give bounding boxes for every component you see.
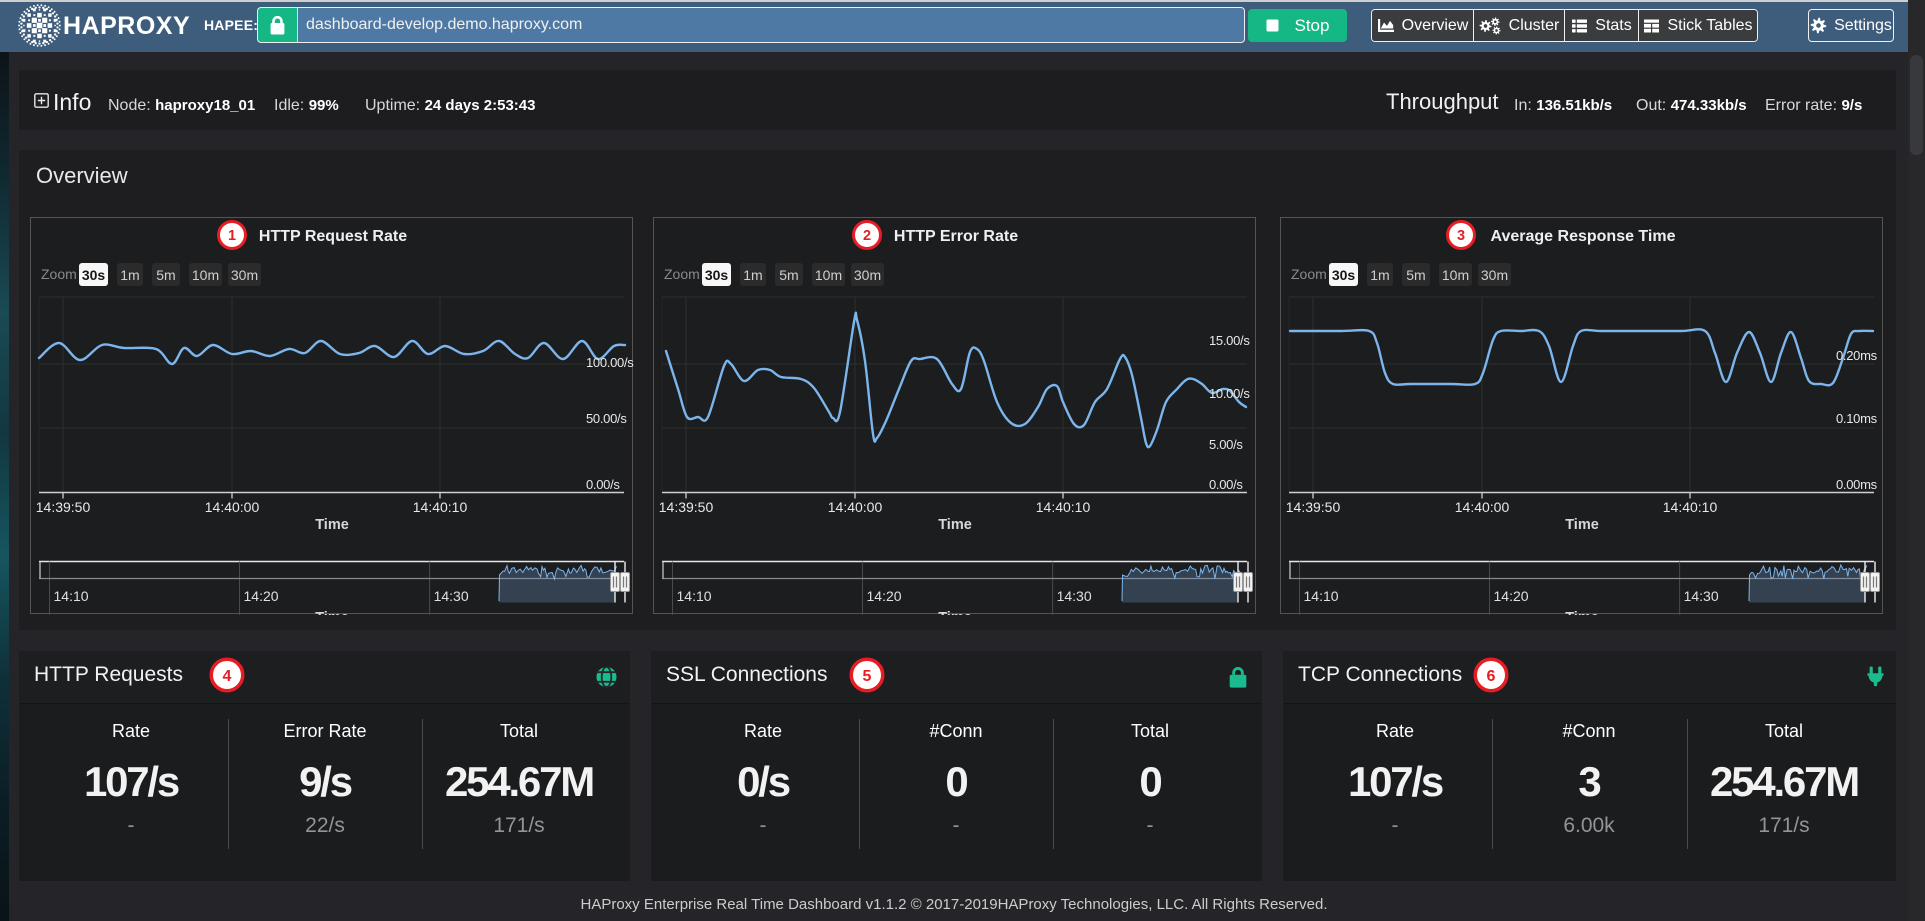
svg-text:10m: 10m <box>192 267 219 283</box>
svg-text:30s: 30s <box>82 267 106 283</box>
svg-text:30s: 30s <box>705 267 729 283</box>
svg-text:14:40:10: 14:40:10 <box>1663 499 1718 515</box>
svg-text:Time: Time <box>315 517 349 533</box>
svg-text:5m: 5m <box>156 267 175 283</box>
svg-text:5: 5 <box>863 668 872 685</box>
svg-text:0.00ms: 0.00ms <box>1836 477 1878 492</box>
svg-text:30m: 30m <box>231 267 258 283</box>
svg-text:5m: 5m <box>779 267 798 283</box>
svg-text:5.00/s: 5.00/s <box>1209 437 1243 452</box>
svg-text:0.10ms: 0.10ms <box>1836 411 1878 426</box>
svg-text:1m: 1m <box>1370 267 1389 283</box>
svg-text:14:20: 14:20 <box>244 588 279 604</box>
svg-text:14:10: 14:10 <box>677 588 712 604</box>
svg-text:14:40:00: 14:40:00 <box>1455 499 1510 515</box>
svg-text:14:30: 14:30 <box>1057 588 1092 604</box>
svg-text:4: 4 <box>223 668 232 685</box>
svg-text:14:10: 14:10 <box>54 588 89 604</box>
svg-text:1: 1 <box>228 228 236 244</box>
svg-text:HTTP Error Rate: HTTP Error Rate <box>894 228 1018 245</box>
svg-text:5m: 5m <box>1406 267 1425 283</box>
svg-text:30s: 30s <box>1332 267 1356 283</box>
svg-text:14:40:10: 14:40:10 <box>1036 499 1091 515</box>
svg-text:14:10: 14:10 <box>1304 588 1339 604</box>
svg-text:14:40:00: 14:40:00 <box>205 499 260 515</box>
svg-text:Zoom: Zoom <box>664 266 700 282</box>
svg-text:10m: 10m <box>1442 267 1469 283</box>
svg-text:14:39:50: 14:39:50 <box>36 499 91 515</box>
svg-text:14:30: 14:30 <box>1684 588 1719 604</box>
svg-text:14:39:50: 14:39:50 <box>659 499 714 515</box>
svg-text:14:40:00: 14:40:00 <box>828 499 883 515</box>
svg-text:0.00/s: 0.00/s <box>1209 477 1243 492</box>
svg-text:3: 3 <box>1457 228 1465 244</box>
svg-text:Time: Time <box>1565 610 1599 615</box>
svg-text:14:30: 14:30 <box>434 588 469 604</box>
svg-text:Time: Time <box>938 517 972 533</box>
svg-text:1m: 1m <box>743 267 762 283</box>
svg-text:30m: 30m <box>854 267 881 283</box>
svg-text:15.00/s: 15.00/s <box>1209 333 1250 348</box>
svg-text:0.00/s: 0.00/s <box>586 477 620 492</box>
svg-text:14:39:50: 14:39:50 <box>1286 499 1341 515</box>
svg-text:14:40:10: 14:40:10 <box>413 499 468 515</box>
svg-text:Average Response Time: Average Response Time <box>1491 228 1676 245</box>
svg-text:HTTP Request Rate: HTTP Request Rate <box>259 228 407 245</box>
svg-text:Time: Time <box>315 610 349 615</box>
svg-text:Time: Time <box>1565 517 1599 533</box>
svg-text:Time: Time <box>938 610 972 615</box>
svg-text:30m: 30m <box>1481 267 1508 283</box>
svg-text:Zoom: Zoom <box>1291 266 1327 282</box>
svg-text:0.20ms: 0.20ms <box>1836 348 1878 363</box>
svg-text:1m: 1m <box>120 267 139 283</box>
svg-text:6: 6 <box>1487 668 1496 685</box>
svg-text:14:20: 14:20 <box>867 588 902 604</box>
svg-text:10.00/s: 10.00/s <box>1209 386 1250 401</box>
svg-text:2: 2 <box>863 228 871 244</box>
svg-text:100.00/s: 100.00/s <box>586 355 634 370</box>
svg-text:14:20: 14:20 <box>1494 588 1529 604</box>
svg-text:50.00/s: 50.00/s <box>586 411 627 426</box>
svg-text:Zoom: Zoom <box>41 266 77 282</box>
svg-text:10m: 10m <box>815 267 842 283</box>
